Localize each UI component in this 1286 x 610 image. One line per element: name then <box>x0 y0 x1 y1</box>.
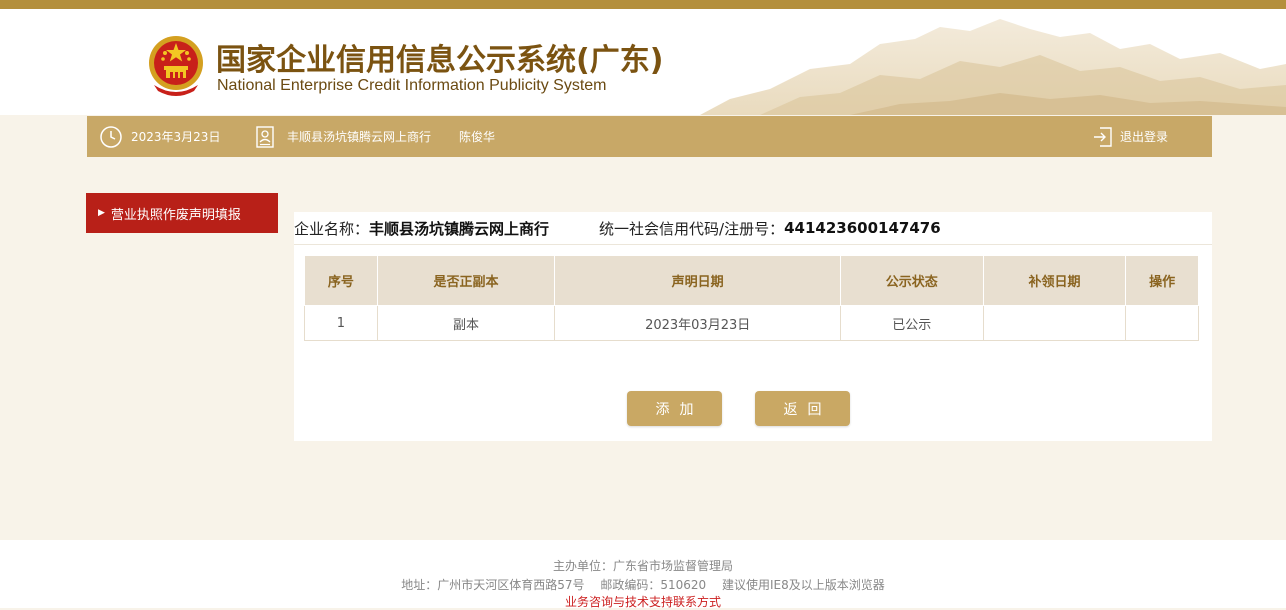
cell-index: 1 <box>304 305 378 341</box>
top-accent-bar <box>0 0 1286 9</box>
column-header-original-copy: 是否正副本 <box>376 255 556 306</box>
sidebar-item-license-void-declaration[interactable]: ▶ 营业执照作废声明填报 <box>86 193 278 233</box>
logout-label: 退出登录 <box>1120 130 1169 144</box>
back-button[interactable]: 返回 <box>755 391 850 426</box>
cell-reissue-date <box>982 305 1127 341</box>
company-display: 丰顺县汤坑镇腾云网上商行 陈俊华 <box>255 116 495 157</box>
cell-publicity-status: 已公示 <box>839 305 984 341</box>
footer-sponsor: 主办单位：广东省市场监督管理局 <box>552 559 733 573</box>
cell-declaration-date: 2023年03月23日 <box>554 305 841 341</box>
add-button[interactable]: 添加 <box>627 391 722 426</box>
site-header: 国家企业信用信息公示系统(广东) National Enterprise Cre… <box>0 9 1286 115</box>
id-card-icon <box>256 125 274 148</box>
column-header-reissue-date: 补领日期 <box>982 255 1127 306</box>
column-header-actions: 操作 <box>1125 255 1199 306</box>
cell-actions <box>1125 305 1199 341</box>
table-row: 1 副本 2023年03月23日 已公示 <box>304 305 1199 341</box>
date-display: 2023年3月23日 <box>99 116 220 157</box>
mountain-landscape-decoration <box>700 19 1286 115</box>
column-header-index: 序号 <box>304 255 378 306</box>
declaration-table: 序号 是否正副本 声明日期 公示状态 补领日期 操作 1 副本 2023年03月… <box>304 255 1199 341</box>
site-title-english: National Enterprise Credit Information P… <box>217 77 607 94</box>
site-footer: 主办单位：广东省市场监督管理局 地址：广州市天河区体育西路57号 邮政编码：51… <box>0 540 1286 610</box>
logout-link[interactable]: 退出登录 <box>1092 116 1168 157</box>
triangle-right-icon: ▶ <box>98 208 105 218</box>
credit-code-label: 统一社会信用代码/注册号： <box>599 219 785 238</box>
sidebar-item-label: 营业执照作废声明填报 <box>110 207 241 223</box>
company-name-value: 丰顺县汤坑镇腾云网上商行 <box>369 219 550 238</box>
credit-code-value: 441423600147476 <box>784 219 941 237</box>
table-header-row: 序号 是否正副本 声明日期 公示状态 补领日期 操作 <box>304 255 1199 306</box>
main-panel: 企业名称： 丰顺县汤坑镇腾云网上商行 统一社会信用代码/注册号： 4414236… <box>294 212 1212 441</box>
company-info-row: 企业名称： 丰顺县汤坑镇腾云网上商行 统一社会信用代码/注册号： 4414236… <box>294 212 1212 245</box>
national-emblem-icon <box>149 36 203 96</box>
user-info-bar: 2023年3月23日 丰顺县汤坑镇腾云网上商行 陈俊华 退出登录 <box>87 116 1212 157</box>
cell-original-copy: 副本 <box>376 305 556 341</box>
footer-support-link[interactable]: 业务咨询与技术支持联系方式 <box>0 593 1286 610</box>
logout-icon <box>1094 126 1112 147</box>
footer-address: 地址：广州市天河区体育西路57号 邮政编码：510620 建议使用IE8及以上版… <box>401 578 885 592</box>
site-title-chinese: 国家企业信用信息公示系统(广东) <box>216 43 664 78</box>
column-header-declaration-date: 声明日期 <box>554 255 841 306</box>
current-company: 丰顺县汤坑镇腾云网上商行 <box>287 130 432 144</box>
clock-icon <box>100 125 122 148</box>
current-date: 2023年3月23日 <box>131 130 221 144</box>
column-header-publicity-status: 公示状态 <box>839 255 984 306</box>
company-name-label: 企业名称： <box>294 219 370 238</box>
current-user: 陈俊华 <box>459 130 496 144</box>
